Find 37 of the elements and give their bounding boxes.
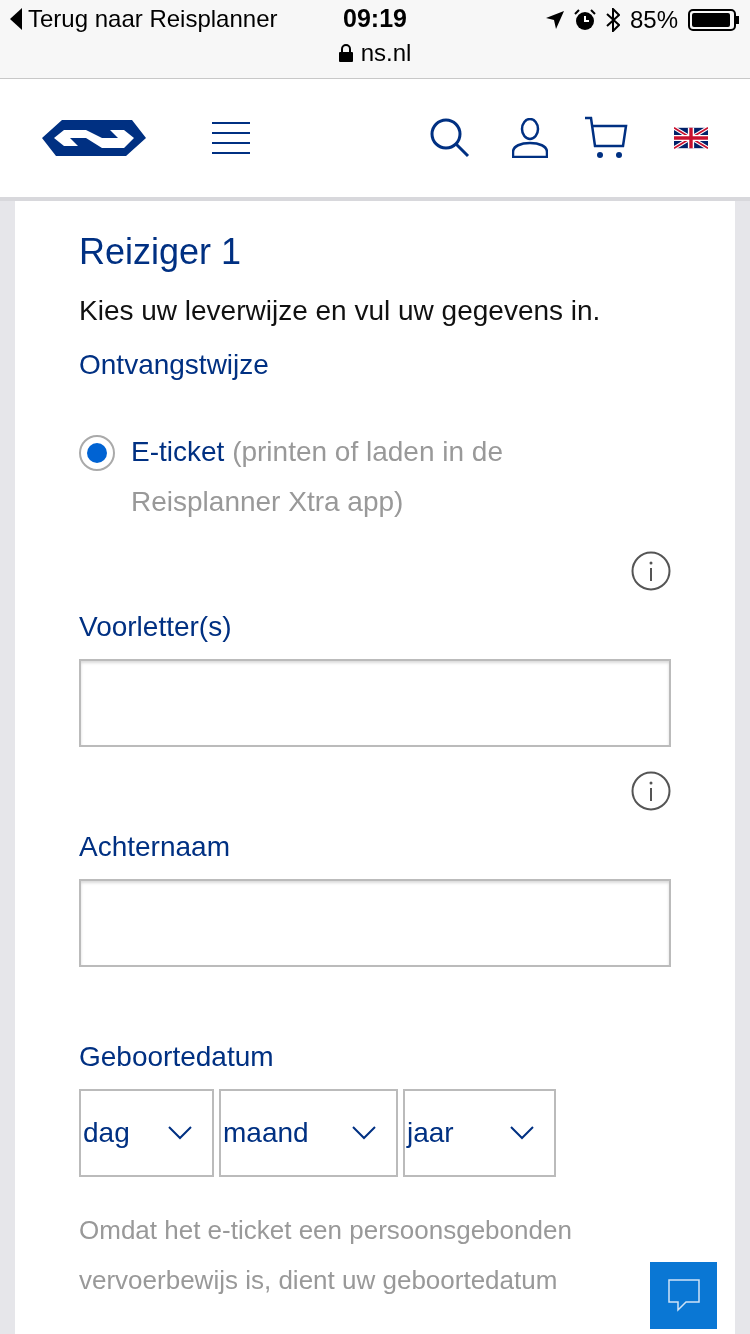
dropdown[interactable]: maand bbox=[219, 1089, 398, 1177]
uk-flag-icon[interactable] bbox=[674, 127, 708, 149]
chat-button[interactable] bbox=[650, 1262, 717, 1329]
account-icon[interactable] bbox=[512, 118, 548, 158]
info-icon[interactable] bbox=[631, 771, 671, 811]
input-field[interactable] bbox=[79, 879, 671, 967]
search-icon[interactable] bbox=[430, 118, 470, 158]
back-link[interactable]: Terug naar Reisplanner bbox=[10, 5, 278, 33]
radio-button[interactable] bbox=[79, 435, 115, 471]
clock-time: 09:19 bbox=[343, 4, 407, 33]
chevron-down-icon bbox=[510, 1126, 534, 1140]
battery-percent: 85% bbox=[629, 6, 678, 34]
dropdown[interactable]: dag bbox=[79, 1089, 214, 1177]
alarm-icon bbox=[573, 9, 596, 31]
battery-icon bbox=[688, 9, 740, 31]
dropdown[interactable]: jaar bbox=[403, 1089, 556, 1177]
logo[interactable] bbox=[42, 118, 146, 158]
chat-icon bbox=[667, 1278, 700, 1313]
lock-icon bbox=[338, 44, 353, 62]
location-icon bbox=[545, 11, 564, 29]
input-field[interactable] bbox=[79, 659, 671, 747]
bluetooth-icon bbox=[605, 8, 620, 32]
radio-label: E-ticket (printen of laden in de Reisplanner Xtra app) bbox=[131, 435, 504, 519]
chevron-down-icon bbox=[352, 1126, 376, 1140]
delivery-label: Ontvangstwijze bbox=[79, 349, 270, 381]
field-label: Voorletter(s) bbox=[79, 611, 233, 643]
chevron-down-icon bbox=[168, 1126, 192, 1140]
url-text: ns.nl bbox=[338, 39, 412, 67]
cart-icon[interactable] bbox=[584, 116, 628, 160]
menu-icon[interactable] bbox=[212, 122, 250, 154]
traveller-heading: Reiziger 1 bbox=[79, 231, 243, 273]
help-text: Omdat het e-ticket een persoonsgebonden vervoerbewijs is, dient uw geboortedatum bbox=[79, 1214, 573, 1297]
field-label: Achternaam bbox=[79, 831, 231, 863]
field-label: Geboortedatum bbox=[79, 1041, 275, 1073]
intro-text: Kies uw leverwijze en vul uw gegevens in. bbox=[79, 295, 602, 327]
back-icon bbox=[10, 8, 22, 30]
info-icon[interactable] bbox=[631, 551, 671, 591]
